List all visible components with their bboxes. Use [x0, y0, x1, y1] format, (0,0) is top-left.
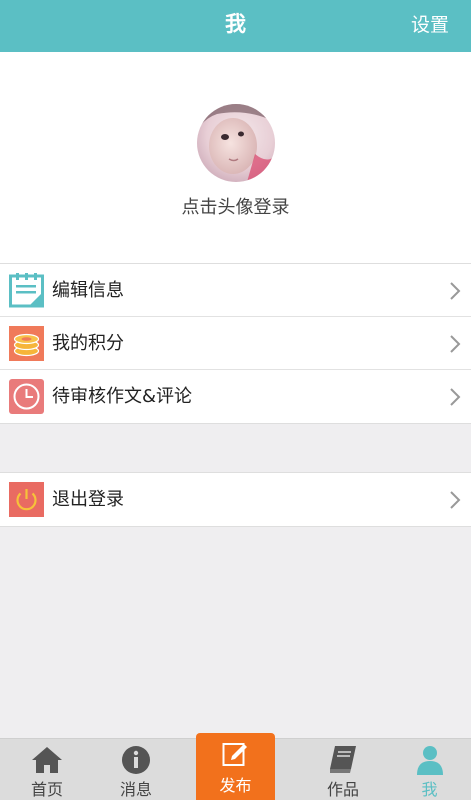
chevron-right-icon: [450, 282, 461, 300]
clock-icon: [9, 379, 44, 414]
tab-label: 首页: [30, 780, 63, 799]
chevron-right-icon: [450, 388, 461, 406]
book-icon: [330, 746, 356, 773]
chevron-right-icon: [450, 335, 461, 353]
edit-notepad-icon: [9, 273, 44, 308]
logout-label: 退出登录: [52, 489, 124, 510]
tab-label: 我: [421, 780, 438, 799]
tab-label: 发布: [219, 776, 252, 795]
avatar[interactable]: [197, 104, 275, 182]
menu-group-account: 编辑信息 我的积分 待审核作文&评论: [0, 263, 471, 424]
info-icon: [122, 746, 150, 774]
menu-item-edit-info[interactable]: 编辑信息: [0, 264, 471, 317]
power-icon: [9, 482, 44, 517]
top-bar: 我 设置: [0, 0, 471, 52]
person-icon: [416, 746, 443, 775]
menu-item-my-points[interactable]: 我的积分: [0, 317, 471, 370]
menu-group-logout: 退出登录: [0, 472, 471, 527]
compose-icon: [222, 743, 247, 766]
tab-label: 作品: [326, 780, 359, 799]
page-title: 我: [225, 12, 246, 36]
publish-button[interactable]: 发布: [196, 733, 275, 800]
profile-section: 点击头像登录: [0, 52, 471, 263]
settings-button[interactable]: 设置: [411, 0, 449, 52]
logout-button[interactable]: 退出登录: [0, 473, 471, 526]
coins-stack-icon: [9, 326, 44, 361]
avatar-photo: [197, 104, 275, 182]
menu-item-label: 待审核作文&评论: [52, 386, 193, 407]
tab-works[interactable]: 作品: [298, 739, 388, 800]
tab-messages[interactable]: 消息: [94, 739, 178, 800]
menu-item-pending-review[interactable]: 待审核作文&评论: [0, 370, 471, 423]
home-icon: [32, 747, 62, 773]
tab-label: 消息: [119, 780, 152, 799]
tab-me[interactable]: 我: [388, 739, 471, 800]
menu-item-label: 编辑信息: [52, 280, 124, 301]
menu-item-label: 我的积分: [52, 333, 124, 354]
tab-home[interactable]: 首页: [0, 739, 94, 800]
chevron-right-icon: [450, 491, 461, 509]
login-hint: 点击头像登录: [181, 197, 290, 218]
